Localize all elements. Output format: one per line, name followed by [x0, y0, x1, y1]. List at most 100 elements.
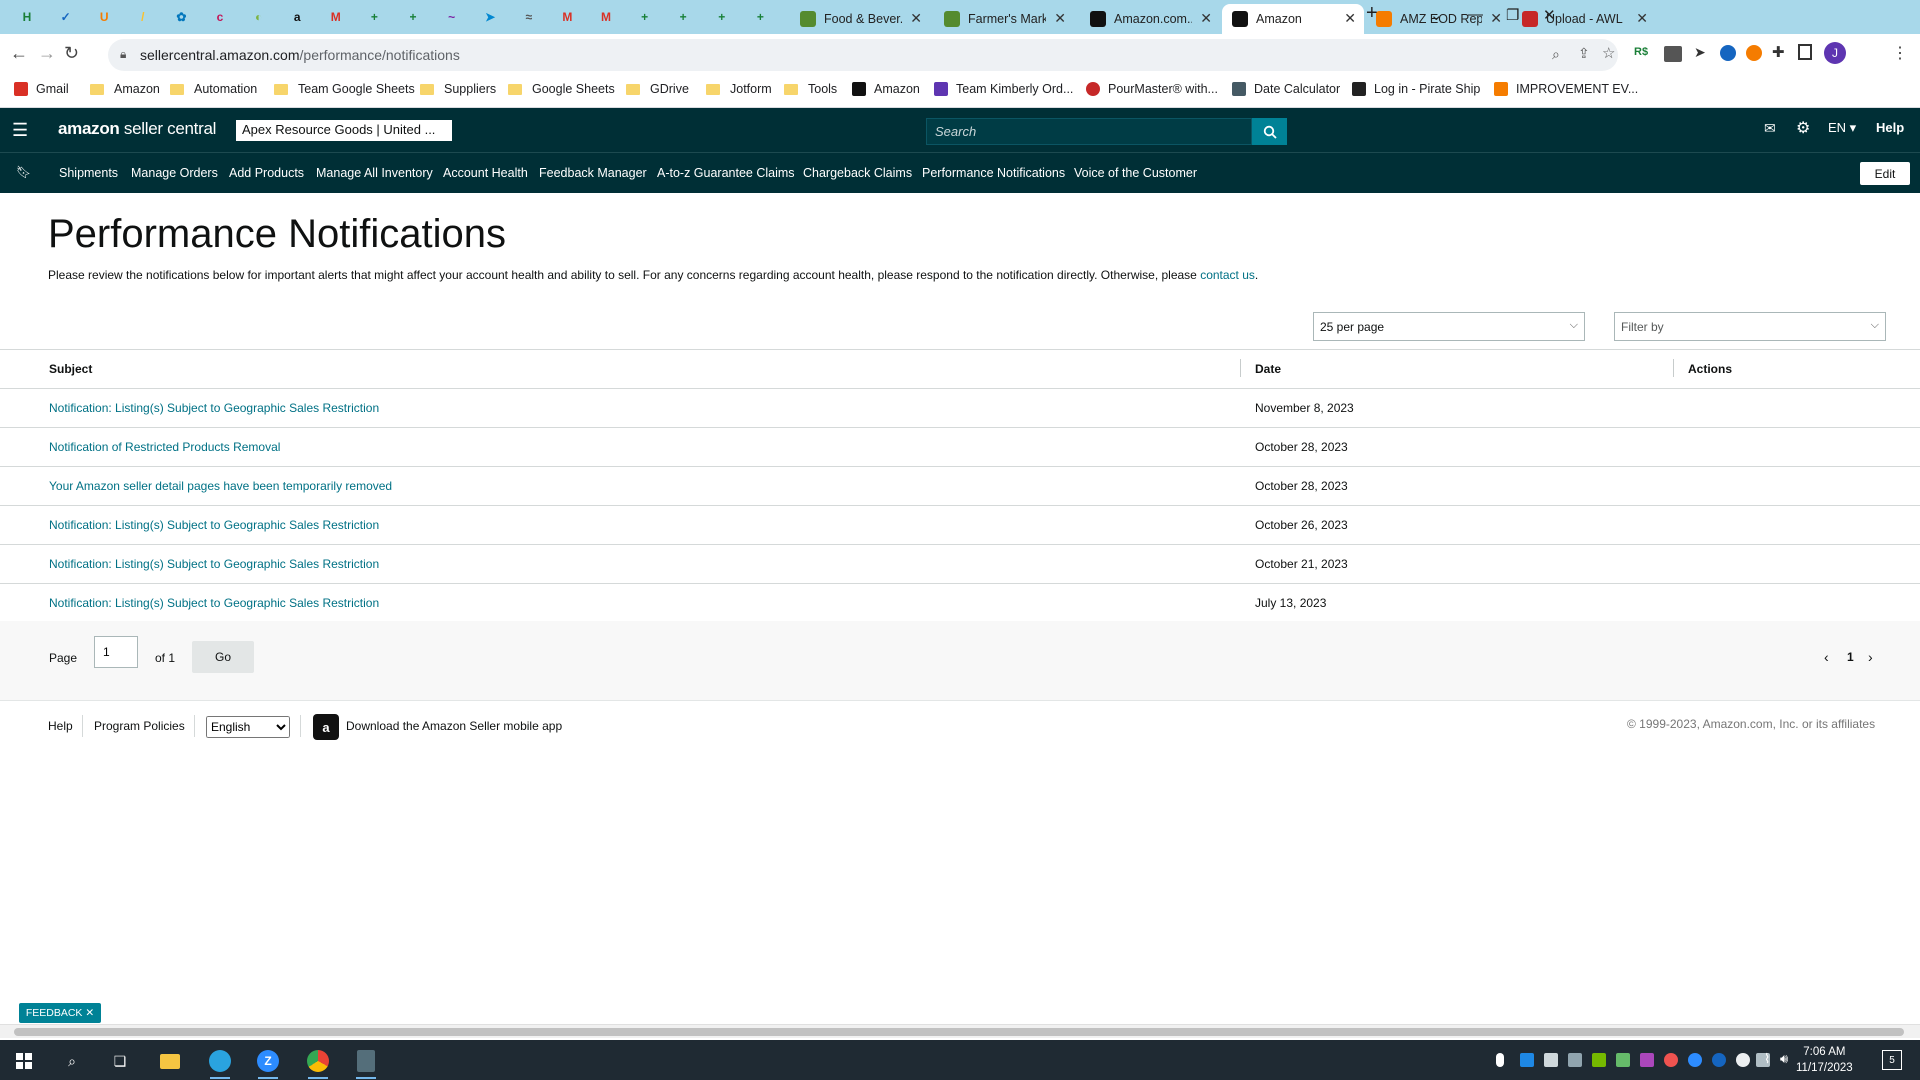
browser-tab[interactable]: Amazon.com... ✕ [1080, 4, 1220, 34]
maximize-button[interactable]: ❐ [1506, 6, 1519, 24]
bookmark-item[interactable]: Suppliers [420, 82, 496, 96]
browser-tab[interactable]: Farmer's Mark... ✕ [934, 4, 1074, 34]
bluetooth-icon[interactable] [1712, 1053, 1726, 1067]
seller-central-logo[interactable]: amazon seller central [58, 119, 216, 139]
taskbar-search-icon[interactable]: ⌕ [60, 1049, 84, 1073]
sheets-icon[interactable]: + [634, 6, 656, 28]
nvidia-icon[interactable] [1592, 1053, 1606, 1067]
close-tab-icon[interactable]: ✕ [1344, 10, 1356, 27]
reload-icon[interactable]: ↻ [64, 43, 79, 64]
filter-by-select[interactable]: Filter by ⌵ [1614, 312, 1886, 341]
store-selector[interactable]: Apex Resource Goods | United ... [236, 120, 452, 141]
sheets-icon[interactable]: + [672, 6, 694, 28]
download-app-link[interactable]: Download the Amazon Seller mobile app [346, 719, 562, 733]
hamburger-menu-icon[interactable]: ☰ [12, 120, 28, 141]
extension-arrow-icon[interactable]: ➤ [1694, 44, 1706, 61]
search-input[interactable] [926, 118, 1252, 145]
feedback-button[interactable]: FEEDBACK ✕ [19, 1003, 101, 1023]
edit-nav-button[interactable]: Edit [1860, 162, 1910, 185]
close-tab-icon[interactable]: ✕ [910, 10, 922, 27]
quicknav-item[interactable]: Add Products [229, 166, 304, 180]
sheets-icon[interactable]: + [402, 6, 424, 28]
notification-subject-link[interactable]: Notification: Listing(s) Subject to Geog… [49, 557, 379, 571]
notification-subject-link[interactable]: Notification: Listing(s) Subject to Geog… [49, 518, 379, 532]
close-window-button[interactable]: ✕ [1543, 6, 1556, 24]
telegram-taskbar-icon[interactable] [208, 1049, 232, 1079]
browser-tab[interactable]: Amazon ✕ [1222, 4, 1364, 34]
bookmark-item[interactable]: Jotform [706, 82, 772, 96]
scrollbar-thumb[interactable] [14, 1028, 1904, 1036]
settings-gear-icon[interactable]: ⚙ [1796, 118, 1810, 138]
notification-subject-link[interactable]: Your Amazon seller detail pages have bee… [49, 479, 392, 493]
column-header-date[interactable]: Date [1255, 362, 1281, 376]
bookmark-item[interactable]: Automation [170, 82, 257, 96]
sheets-icon[interactable]: + [363, 6, 385, 28]
tray-pen-icon[interactable] [1640, 1053, 1654, 1067]
bookmark-flag-icon[interactable]: 🔖︎ [16, 165, 31, 179]
bookmark-item[interactable]: Amazon [852, 82, 920, 96]
back-arrow-icon[interactable]: ← [10, 43, 28, 64]
per-page-select[interactable]: 25 per page ⌵ [1313, 312, 1585, 341]
check-icon[interactable]: ✓ [55, 6, 77, 28]
horizontal-scrollbar[interactable] [0, 1024, 1920, 1038]
search-button[interactable] [1252, 118, 1287, 145]
mail-icon[interactable]: ✉ [1764, 120, 1776, 137]
close-tab-icon[interactable]: ✕ [1200, 10, 1212, 27]
bookmark-item[interactable]: GDrive [626, 82, 689, 96]
slash-icon[interactable]: / [132, 6, 154, 28]
share-icon[interactable]: ⇪ [1578, 45, 1590, 62]
extension-off-icon[interactable] [1664, 46, 1682, 62]
browser-tab[interactable]: Upload - AWL ✕ [1512, 4, 1656, 34]
gmail-icon[interactable]: M [595, 6, 617, 28]
system-clock[interactable]: 7:06 AM 11/17/2023 [1796, 1044, 1853, 1076]
calculator-taskbar-icon[interactable] [354, 1049, 378, 1079]
messenger-icon[interactable]: ~ [441, 6, 463, 28]
file-explorer-icon[interactable] [158, 1049, 182, 1073]
windows-start-icon[interactable] [12, 1049, 36, 1073]
quicknav-item[interactable]: Manage All Inventory [316, 166, 433, 180]
extension-orange-icon[interactable] [1746, 45, 1762, 61]
close-tab-icon[interactable]: ✕ [1636, 10, 1648, 27]
footer-help-link[interactable]: Help [48, 719, 73, 733]
current-page-number[interactable]: 1 [1847, 650, 1854, 664]
wifi-icon[interactable]: ⌇ [1764, 1051, 1770, 1067]
bookmark-item[interactable]: Gmail [14, 82, 69, 96]
go-button[interactable]: Go [192, 641, 254, 673]
close-tab-icon[interactable]: ✕ [1054, 10, 1066, 27]
extension-blue-icon[interactable] [1720, 45, 1736, 61]
bookmark-item[interactable]: Google Sheets [508, 82, 615, 96]
amazon-seller-app-icon[interactable]: a [313, 714, 339, 740]
bookmark-item[interactable]: Team Kimberly Ord... [934, 82, 1073, 96]
tray-red-icon[interactable] [1664, 1053, 1678, 1067]
notifications-icon[interactable]: 5 [1882, 1050, 1902, 1070]
quicknav-item[interactable]: A-to-z Guarantee Claims [657, 166, 795, 180]
telegram-icon[interactable]: ➤ [479, 6, 501, 28]
quicknav-item[interactable]: Feedback Manager [539, 166, 647, 180]
bookmark-star-icon[interactable]: ☆ [1602, 44, 1615, 62]
task-view-icon[interactable]: ❏ [108, 1049, 132, 1073]
notification-subject-link[interactable]: Notification: Listing(s) Subject to Geog… [49, 596, 379, 610]
quicknav-item[interactable]: Chargeback Claims [803, 166, 912, 180]
bookmark-item[interactable]: IMPROVEMENT EV... [1494, 82, 1638, 96]
browser-tab[interactable]: Food & Bever... ✕ [790, 4, 930, 34]
quicknav-item[interactable]: Performance Notifications [922, 166, 1065, 180]
gmail-icon[interactable]: M [325, 6, 347, 28]
extension-rs-icon[interactable]: R$ [1634, 46, 1648, 58]
leaf-icon[interactable]: ◐ [248, 6, 270, 28]
microphone-icon[interactable] [1496, 1053, 1504, 1067]
bookmark-item[interactable]: PourMaster® with... [1086, 82, 1218, 96]
zoom-taskbar-icon[interactable]: Z [256, 1049, 280, 1079]
prev-page-icon[interactable]: ‹ [1824, 649, 1829, 665]
c-icon[interactable]: c [209, 6, 231, 28]
column-header-subject[interactable]: Subject [49, 362, 92, 376]
notification-subject-link[interactable]: Notification of Restricted Products Remo… [49, 440, 280, 454]
quicknav-item[interactable]: Manage Orders [131, 166, 218, 180]
tray-app-icon[interactable] [1520, 1053, 1534, 1067]
extensions-puzzle-icon[interactable]: ✚ [1772, 43, 1785, 61]
contact-us-link[interactable]: contact us [1200, 268, 1255, 282]
gmail-icon[interactable]: M [556, 6, 578, 28]
bookmark-item[interactable]: Log in - Pirate Ship [1352, 82, 1480, 96]
sheets-icon[interactable]: + [711, 6, 733, 28]
minimize-button[interactable]: — [1468, 6, 1483, 23]
browser-menu-icon[interactable]: ⋮ [1892, 43, 1908, 63]
